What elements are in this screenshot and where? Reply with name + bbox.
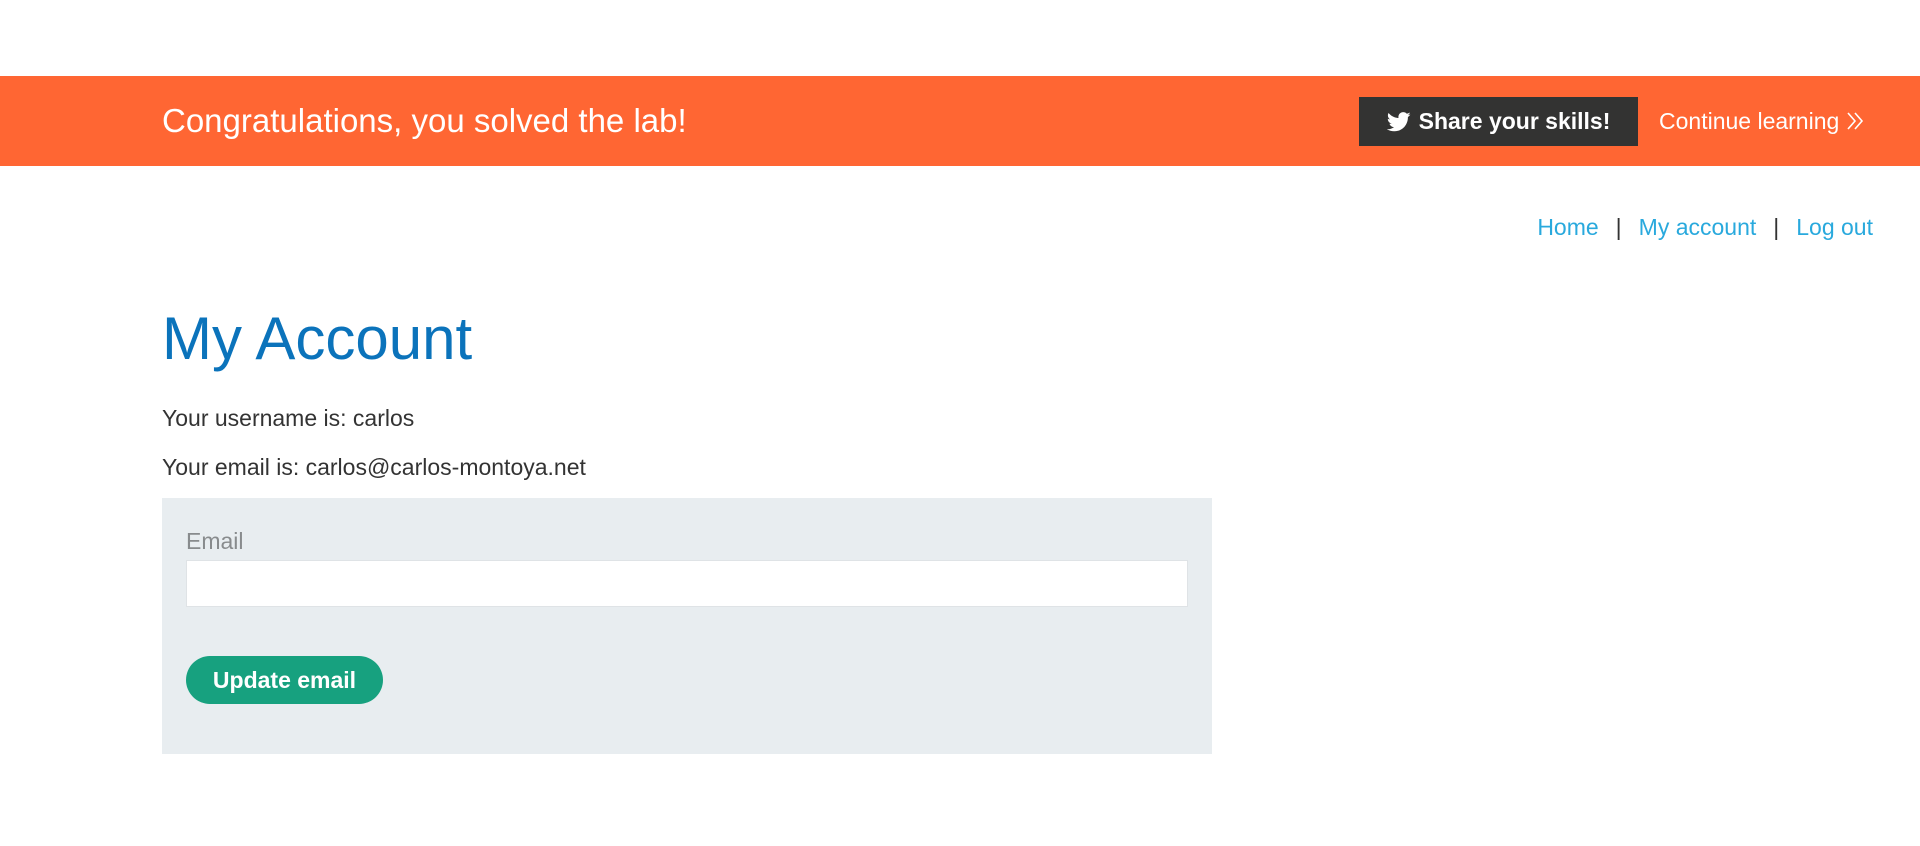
twitter-icon [1386, 111, 1411, 133]
email-field-label: Email [186, 528, 244, 554]
nav-home-link[interactable]: Home [1537, 214, 1598, 241]
nav-log-out-link[interactable]: Log out [1796, 214, 1873, 241]
change-email-form: Email Update email [162, 498, 1212, 754]
banner-message: Congratulations, you solved the lab! [162, 102, 687, 139]
lab-solved-banner: Congratulations, you solved the lab! Sha… [0, 76, 1920, 166]
email-input[interactable] [186, 560, 1188, 607]
top-spacer [0, 0, 1920, 76]
top-navigation: Home | My account | Log out [1537, 214, 1873, 241]
update-email-button[interactable]: Update email [186, 656, 383, 704]
continue-learning-label: Continue learning [1659, 107, 1840, 134]
nav-my-account-link[interactable]: My account [1639, 214, 1757, 241]
page-title: My Account [162, 305, 473, 372]
double-chevron-right-icon [1839, 111, 1864, 131]
share-skills-label: Share your skills! [1418, 108, 1611, 134]
continue-learning-link[interactable]: Continue learning [1659, 76, 1864, 166]
share-skills-button[interactable]: Share your skills! [1359, 97, 1638, 146]
email-text: Your email is: carlos@carlos-montoya.net [162, 454, 586, 480]
username-text: Your username is: carlos [162, 405, 415, 431]
nav-separator: | [1773, 214, 1780, 240]
nav-separator: | [1615, 214, 1622, 240]
